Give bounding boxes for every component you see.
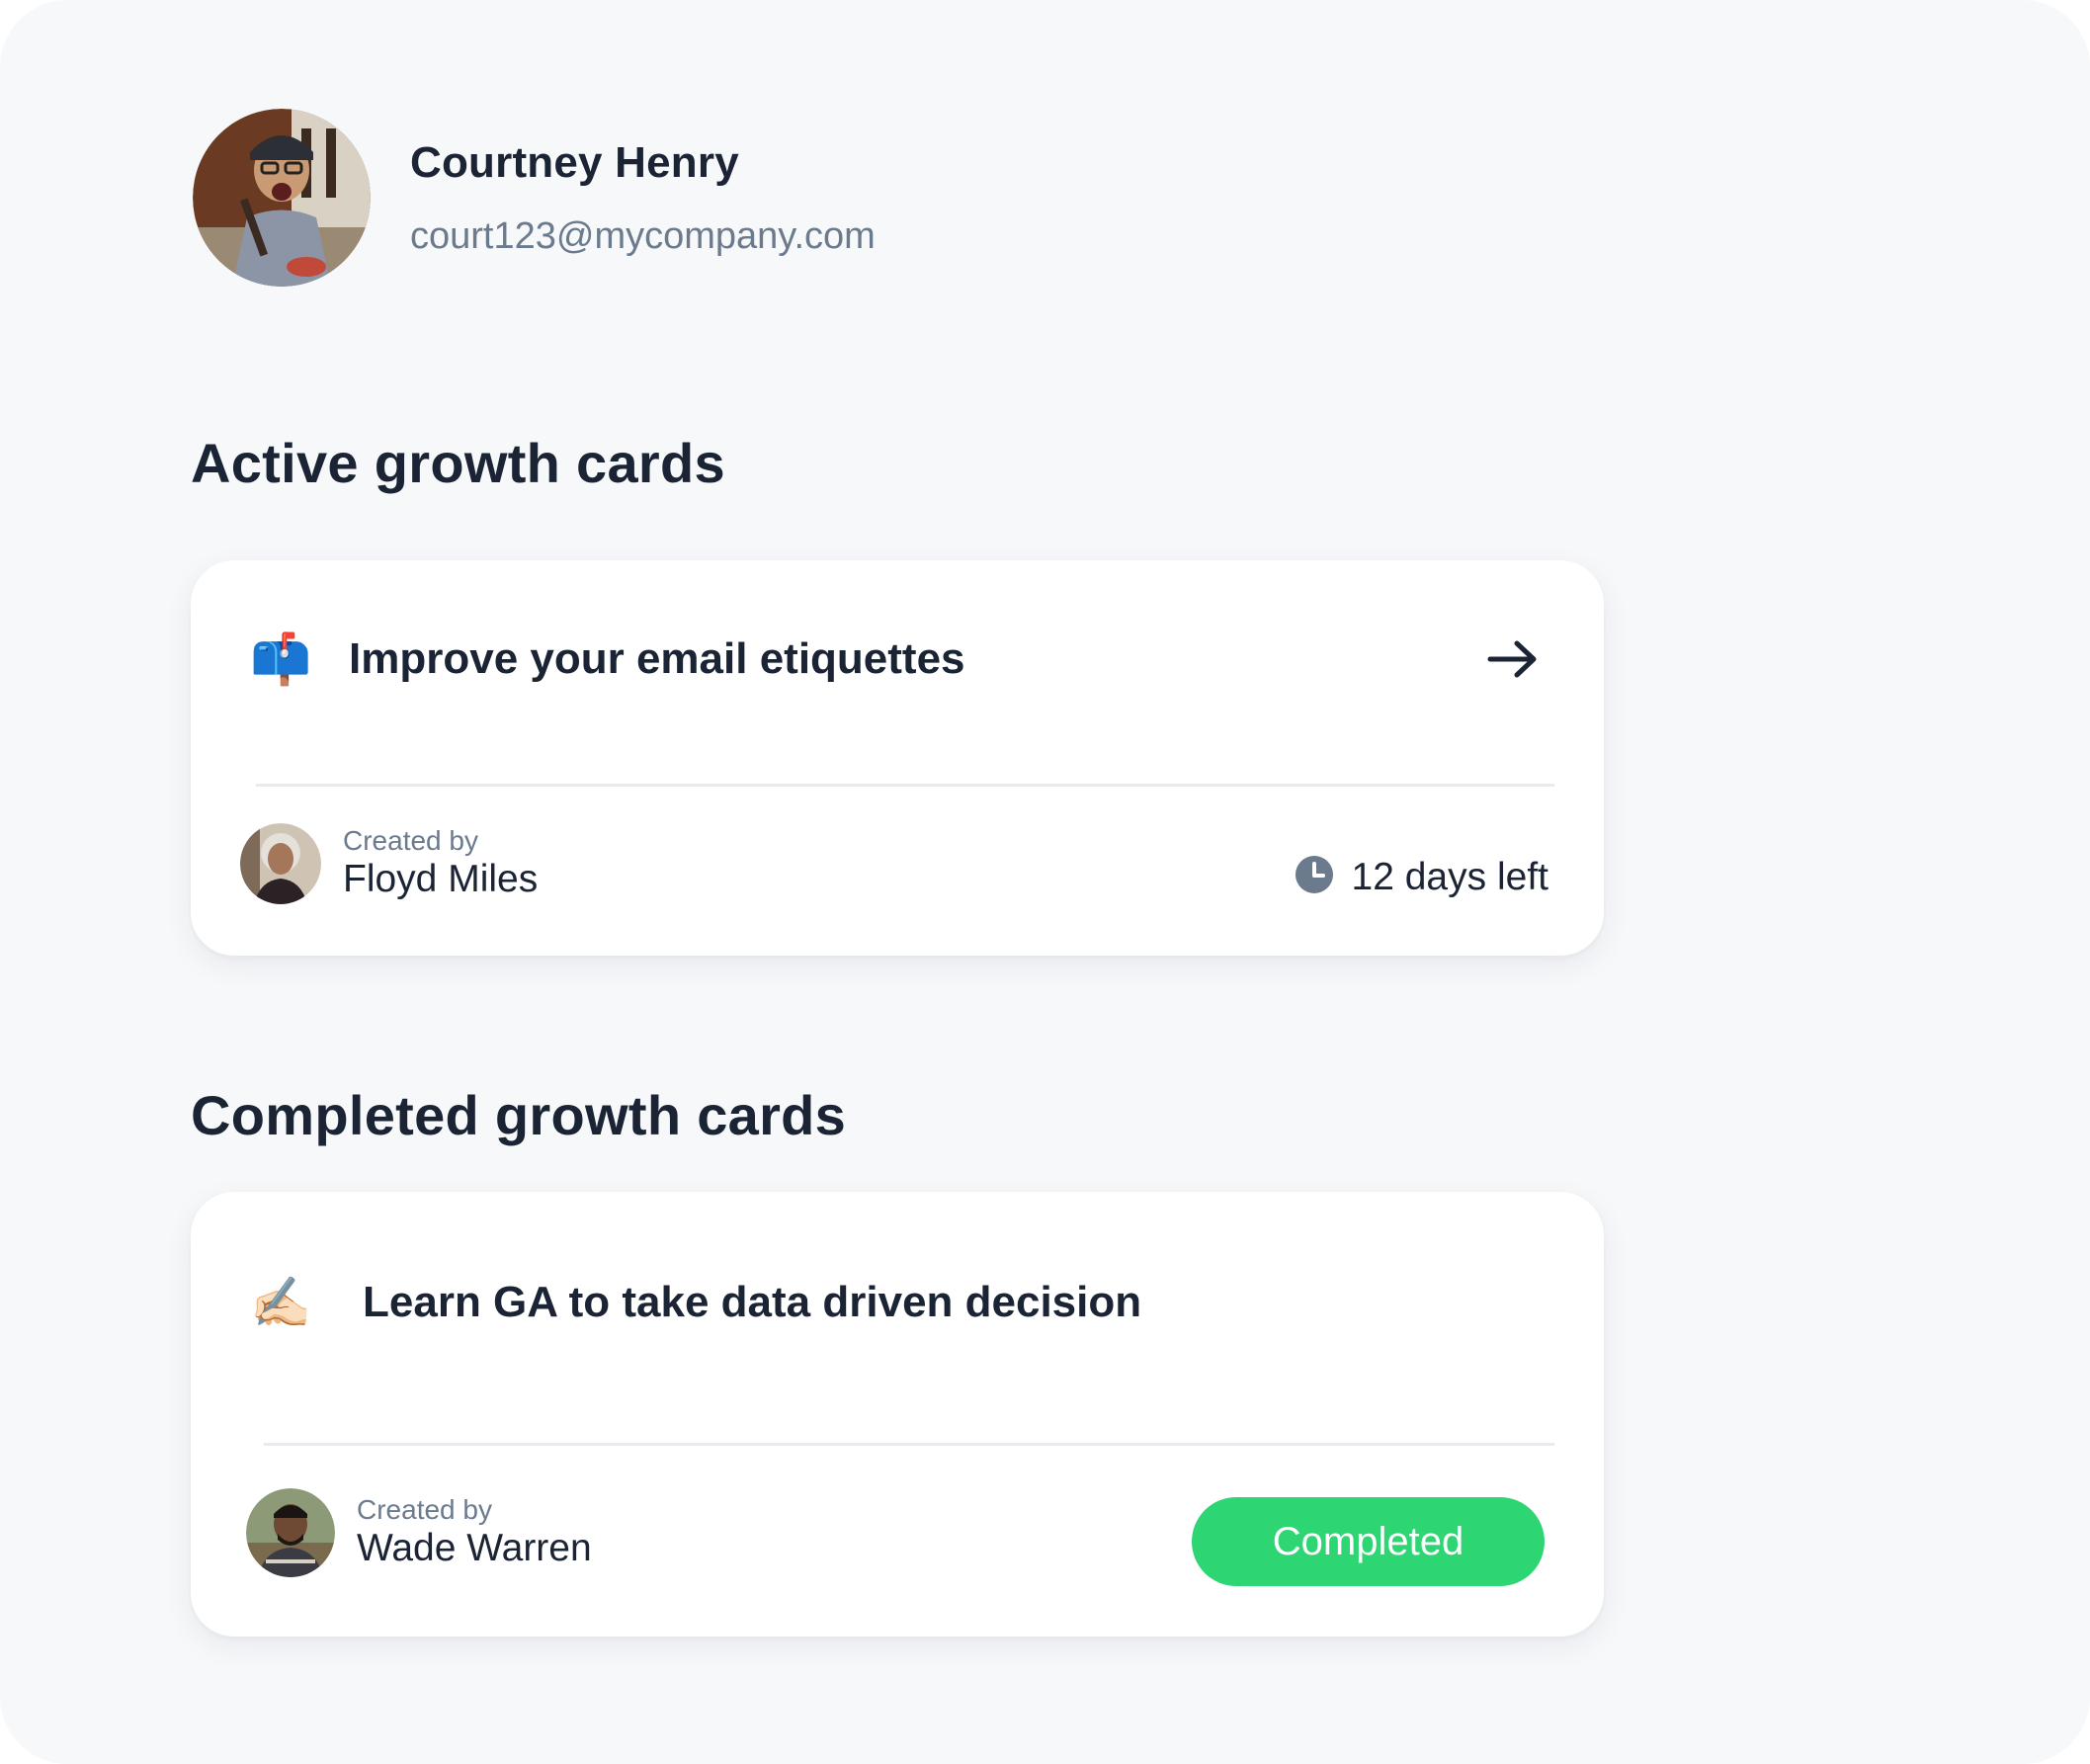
card-title-row: 📫 Improve your email etiquettes bbox=[250, 620, 1545, 699]
creator-text: Created by Wade Warren bbox=[357, 1494, 592, 1571]
arrow-right-icon[interactable] bbox=[1481, 628, 1545, 691]
writing-hand-icon: ✍🏻 bbox=[250, 1273, 312, 1331]
created-by-caption: Created by bbox=[343, 825, 478, 856]
created-by-caption: Created by bbox=[357, 1494, 492, 1525]
creator-info: Created by Floyd Miles bbox=[240, 823, 538, 904]
profile-name: Courtney Henry bbox=[410, 138, 739, 187]
creator-text: Created by Floyd Miles bbox=[343, 825, 538, 902]
completed-growth-card[interactable]: ✍🏻 Learn GA to take data driven decision bbox=[191, 1192, 1604, 1637]
active-growth-card[interactable]: 📫 Improve your email etiquettes Created … bbox=[191, 560, 1604, 956]
creator-info: Created by Wade Warren bbox=[246, 1488, 592, 1577]
card-title: Improve your email etiquettes bbox=[349, 634, 965, 683]
profile-panel: Courtney Henry court123@mycompany.com Ac… bbox=[0, 0, 2090, 1764]
profile-email: court123@mycompany.com bbox=[410, 215, 876, 257]
mailbox-icon: 📫 bbox=[250, 630, 312, 688]
profile-text: Courtney Henry court123@mycompany.com bbox=[410, 138, 876, 258]
active-section-title: Active growth cards bbox=[191, 432, 725, 494]
card-divider bbox=[264, 1443, 1554, 1446]
card-divider bbox=[256, 784, 1554, 787]
clock-icon bbox=[1295, 855, 1334, 899]
profile-header: Courtney Henry court123@mycompany.com bbox=[193, 109, 876, 287]
creator-name: Floyd Miles bbox=[343, 858, 539, 900]
completed-section-title: Completed growth cards bbox=[191, 1084, 847, 1146]
avatar bbox=[246, 1488, 335, 1577]
time-left-text: 12 days left bbox=[1351, 855, 1548, 898]
card-title: Learn GA to take data driven decision bbox=[363, 1278, 1142, 1326]
creator-name: Wade Warren bbox=[357, 1527, 592, 1569]
completed-status-badge[interactable]: Completed bbox=[1192, 1497, 1545, 1586]
avatar[interactable] bbox=[193, 109, 371, 287]
avatar bbox=[240, 823, 321, 904]
card-title-row: ✍🏻 Learn GA to take data driven decision bbox=[250, 1263, 1545, 1342]
time-left: 12 days left bbox=[1295, 855, 1548, 899]
